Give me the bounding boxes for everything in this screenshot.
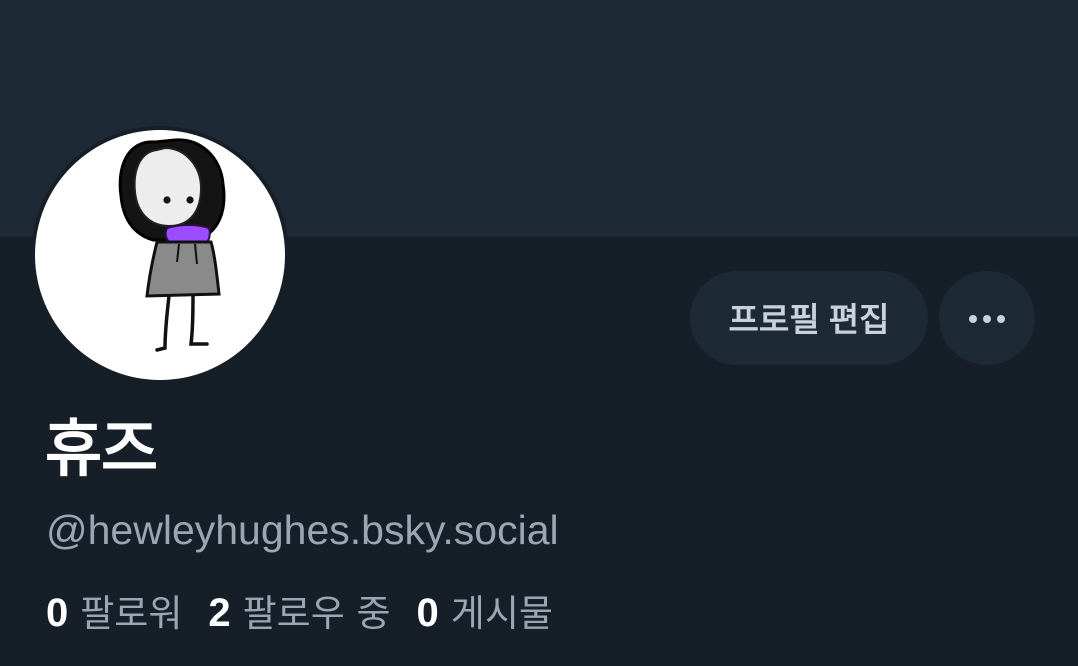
profile-page: 프로필 편집 휴즈 @hewleyhughes.bsky.social 0 팔로…	[0, 0, 1078, 666]
profile-stats: 0 팔로워 2 팔로우 중 0 게시물	[46, 588, 553, 639]
avatar-image	[35, 130, 285, 380]
ellipsis-icon	[969, 315, 977, 323]
stick-figure-avatar-icon	[118, 138, 226, 352]
profile-handle: @hewleyhughes.bsky.social	[46, 507, 559, 553]
following-count: 2	[208, 591, 231, 635]
posts-label: 게시물	[450, 592, 553, 635]
display-name: 휴즈	[45, 412, 158, 485]
followers-count: 0	[46, 591, 69, 635]
profile-actions: 프로필 편집	[690, 271, 1035, 365]
following-stat[interactable]: 2 팔로우 중	[208, 588, 390, 639]
more-options-button[interactable]	[939, 271, 1035, 365]
posts-stat: 0 게시물	[417, 588, 553, 639]
posts-count: 0	[416, 591, 439, 635]
followers-label: 팔로워	[80, 592, 183, 635]
followers-stat[interactable]: 0 팔로워	[46, 588, 182, 639]
following-label: 팔로우 중	[242, 592, 391, 635]
edit-profile-button[interactable]: 프로필 편집	[690, 271, 928, 365]
ellipsis-icon	[997, 315, 1005, 323]
avatar[interactable]	[31, 126, 289, 384]
ellipsis-icon	[983, 315, 991, 323]
